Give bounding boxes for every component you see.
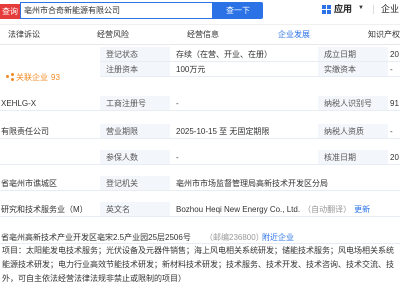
tab-legal[interactable]: 法律诉讼 bbox=[8, 29, 40, 40]
table-row: 省亳州市谯城区 登记机关 亳州市市场监督管理局高新技术开发区分局 bbox=[0, 176, 400, 191]
tab-development[interactable]: 企业发展 bbox=[278, 29, 310, 40]
label-insured: 参保人数 bbox=[100, 150, 170, 164]
auto-translate-note: （自动翻译） bbox=[303, 204, 352, 214]
scope-line: 能源技术研发；电力行业高效节能技术研发；新材料技术研发；技术服务、技术开发、技术… bbox=[2, 260, 394, 269]
apps-grid-icon[interactable] bbox=[322, 5, 331, 14]
value-paid-capital: - bbox=[388, 62, 400, 76]
empty-cell bbox=[0, 150, 100, 164]
table-row: 研究和技术服务业（M） 英文名 Bozhou Heqi New Energy C… bbox=[0, 202, 400, 217]
related-label: 关联企业 bbox=[16, 72, 48, 82]
label-english-name: 英文名 bbox=[100, 202, 170, 216]
apps-menu[interactable]: 应用 bbox=[334, 3, 352, 16]
search-button[interactable]: 查一下 bbox=[213, 2, 263, 19]
value-reg-capital: 100万元 bbox=[170, 62, 318, 76]
value-approve-date: 20 bbox=[388, 150, 400, 164]
table-row: 参保人数 - 核准日期 20 bbox=[0, 150, 400, 165]
value-term: 2025-10-15 至 无固定期限 bbox=[170, 124, 318, 138]
tab-ip[interactable]: 知识产权 bbox=[368, 29, 400, 40]
nearby-companies-link[interactable]: 附近企业 bbox=[262, 232, 294, 243]
network-icon bbox=[6, 73, 14, 81]
divider bbox=[373, 5, 374, 14]
scope-line: 项目：太阳能发电技术服务；光伏设备及元器件销售；海上风电相关系统研发；储能技术服… bbox=[2, 246, 394, 255]
section-tabs: 法律诉讼 经营风险 经营信息 企业发展 知识产权 bbox=[0, 25, 400, 45]
postcode: （邮编236800） bbox=[205, 233, 264, 242]
table-row: 有限责任公司 营业期限 2025-10-15 至 无固定期限 纳税人资质 - bbox=[0, 124, 400, 139]
value-region: 省亳州市谯城区 bbox=[0, 176, 100, 190]
query-label: 查询 bbox=[0, 4, 20, 19]
label-reg-number: 工商注册号 bbox=[100, 96, 170, 110]
value-reg-authority: 亳州市市场监督管理局高新技术开发区分局 bbox=[170, 176, 400, 190]
label-found-date: 成立日期 bbox=[318, 47, 388, 61]
top-bar: 查询 亳州市合奇新能源有限公司 查一下 应用 ▼ 企业 bbox=[0, 0, 400, 25]
label-reg-capital: 注册资本 bbox=[100, 62, 170, 76]
enterprise-menu[interactable]: 企业 bbox=[381, 3, 399, 16]
label-reg-authority: 登记机关 bbox=[100, 176, 170, 190]
label-paid-capital: 实缴资本 bbox=[318, 62, 388, 76]
value-company-type: 有限责任公司 bbox=[0, 124, 100, 138]
value-reg-number: - bbox=[170, 96, 318, 110]
label-taxpayer-qual: 纳税人资质 bbox=[318, 124, 388, 138]
tab-risk[interactable]: 经营风险 bbox=[97, 29, 129, 40]
table-row: 登记状态 存续（在营、开业、在册） 成立日期 20 bbox=[100, 47, 400, 62]
label-approve-date: 核准日期 bbox=[318, 150, 388, 164]
value-found-date: 20 bbox=[388, 47, 400, 61]
label-taxpayer-id: 纳税人识别号 bbox=[318, 96, 388, 110]
english-name-cell: Bozhou Heqi New Energy Co., Ltd. （自动翻译） … bbox=[170, 202, 400, 216]
value-insured: - bbox=[170, 150, 318, 164]
table-row: XEHLG-X 工商注册号 - 纳税人识别号 91 bbox=[0, 96, 400, 111]
chevron-down-icon[interactable]: ▼ bbox=[358, 5, 364, 11]
search-input[interactable]: 亳州市合奇新能源有限公司 bbox=[20, 2, 213, 19]
table-row: 注册资本 100万元 实缴资本 - bbox=[100, 62, 400, 77]
business-scope: 项目：太阳能发电技术服务；光伏设备及元器件销售；海上风电相关系统研发；储能技术服… bbox=[0, 244, 400, 300]
value-english-name: Bozhou Heqi New Energy Co., Ltd. bbox=[176, 204, 301, 214]
scope-line: 外，可自主依法经营法律法规非禁止或限制的项目） bbox=[2, 274, 186, 283]
address-text: 省亳州高新技术产业开发区亳宋2.5产业园25层2506号 bbox=[1, 233, 191, 242]
value-taxpayer-id: 91 bbox=[388, 96, 400, 110]
label-term: 营业期限 bbox=[100, 124, 170, 138]
update-link[interactable]: 更新 bbox=[354, 204, 370, 215]
tab-operations[interactable]: 经营信息 bbox=[187, 29, 219, 40]
address-row: 省亳州高新技术产业开发区亳宋2.5产业园25层2506号 （邮编236800） … bbox=[0, 229, 400, 244]
value-taxpayer-qual: - bbox=[388, 124, 400, 138]
related-companies[interactable]: 关联企业 93 bbox=[6, 72, 60, 83]
value-credit-code: XEHLG-X bbox=[0, 96, 100, 110]
label-status: 登记状态 bbox=[100, 47, 170, 61]
related-count: 93 bbox=[51, 72, 60, 82]
value-industry: 研究和技术服务业（M） bbox=[0, 202, 100, 216]
value-status: 存续（在营、开业、在册） bbox=[170, 47, 318, 61]
